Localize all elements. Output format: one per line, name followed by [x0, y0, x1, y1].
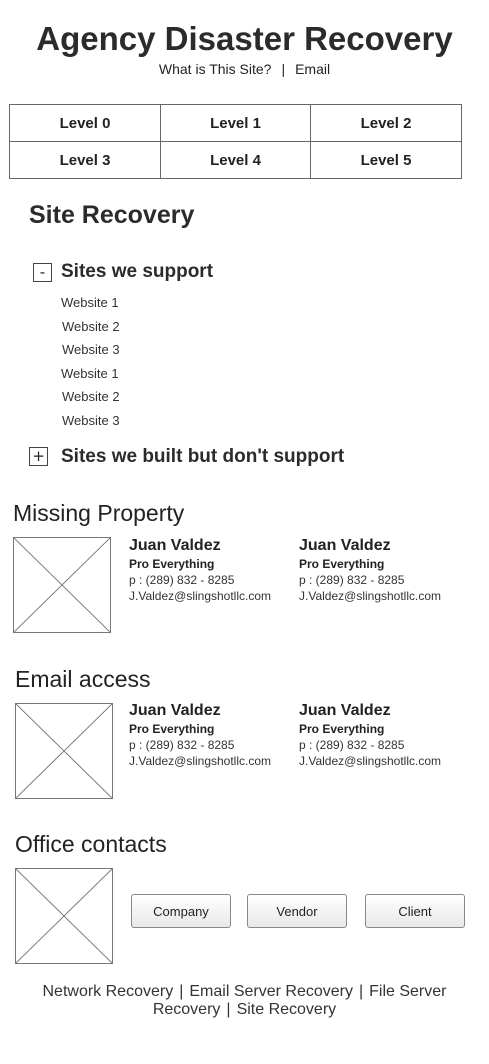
contact-email[interactable]: J.Valdez@slingshotllc.com [129, 588, 309, 604]
site-link[interactable]: Website 1 [61, 295, 120, 319]
level-0-tab[interactable]: Level 0 [10, 105, 161, 142]
page-title: Agency Disaster Recovery [36, 20, 453, 57]
client-button[interactable]: Client [365, 894, 465, 928]
what-is-this-site-link[interactable]: What is This Site? [159, 61, 272, 77]
contact-phone: p : (289) 832 - 8285 [129, 738, 235, 752]
collapse-toggle[interactable]: - [33, 263, 52, 282]
vendor-button[interactable]: Vendor [247, 894, 347, 928]
site-recovery-link[interactable]: Site Recovery [237, 1001, 337, 1018]
contact-phone: p : (289) 832 - 8285 [299, 573, 405, 587]
contact-name: Juan Valdez [299, 537, 391, 554]
footer-separator: | [358, 983, 364, 1000]
contact-phone: p : (289) 832 - 8285 [129, 573, 235, 587]
email-access-heading: Email access [15, 666, 151, 692]
footer-links: Network Recovery | Email Server Recovery | F… [20, 983, 469, 1019]
site-link[interactable]: Website 3 [61, 342, 120, 366]
email-link[interactable]: Email [295, 61, 330, 77]
sites-we-support-title[interactable]: Sites we support [61, 261, 213, 283]
contact-email[interactable]: J.Valdez@slingshotllc.com [129, 753, 309, 769]
contact-card: Juan Valdez Pro Everything p : (289) 832… [129, 702, 309, 769]
company-button[interactable]: Company [131, 894, 231, 928]
footer-separator: | [226, 1001, 231, 1018]
expand-toggle[interactable]: + [29, 447, 48, 466]
network-recovery-link[interactable]: Network Recovery [43, 983, 174, 1000]
contact-card: Juan Valdez Pro Everything p : (289) 832… [299, 537, 479, 604]
site-link[interactable]: Website 2 [61, 319, 120, 343]
contact-role: Pro Everything [299, 722, 385, 736]
site-link[interactable]: Website 2 [61, 389, 120, 413]
level-4-tab[interactable]: Level 4 [161, 142, 311, 178]
contact-name: Juan Valdez [129, 702, 221, 719]
level-grid: Level 0 Level 1 Level 2 Level 3 Level 4 … [9, 104, 462, 179]
level-3-tab[interactable]: Level 3 [10, 142, 161, 178]
level-5-tab[interactable]: Level 5 [311, 142, 461, 178]
footer-separator: | [179, 983, 184, 1000]
image-placeholder [13, 537, 111, 633]
site-recovery-heading: Site Recovery [29, 201, 195, 229]
contact-role: Pro Everything [129, 557, 215, 571]
contact-phone: p : (289) 832 - 8285 [299, 738, 405, 752]
contact-card: Juan Valdez Pro Everything p : (289) 832… [299, 702, 479, 769]
missing-property-heading: Missing Property [13, 500, 185, 526]
site-list: Website 1 Website 2 Website 3 Website 1 … [61, 295, 120, 437]
email-server-recovery-link[interactable]: Email Server Recovery [189, 983, 353, 1000]
contact-card: Juan Valdez Pro Everything p : (289) 832… [129, 537, 309, 604]
image-placeholder [15, 868, 113, 964]
level-2-tab[interactable]: Level 2 [311, 105, 461, 142]
site-link[interactable]: Website 3 [61, 413, 120, 437]
contact-role: Pro Everything [299, 557, 385, 571]
contact-email[interactable]: J.Valdez@slingshotllc.com [299, 588, 479, 604]
contact-role: Pro Everything [129, 722, 215, 736]
contact-name: Juan Valdez [129, 537, 221, 554]
office-contacts-heading: Office contacts [15, 831, 167, 857]
link-separator: | [281, 61, 286, 77]
level-1-tab[interactable]: Level 1 [161, 105, 311, 142]
sites-built-not-supported-title[interactable]: Sites we built but don't support [61, 446, 344, 468]
top-links: What is This Site? | Email [0, 61, 489, 77]
image-placeholder [15, 703, 113, 799]
site-link[interactable]: Website 1 [61, 366, 120, 390]
contact-name: Juan Valdez [299, 702, 391, 719]
contact-email[interactable]: J.Valdez@slingshotllc.com [299, 753, 479, 769]
